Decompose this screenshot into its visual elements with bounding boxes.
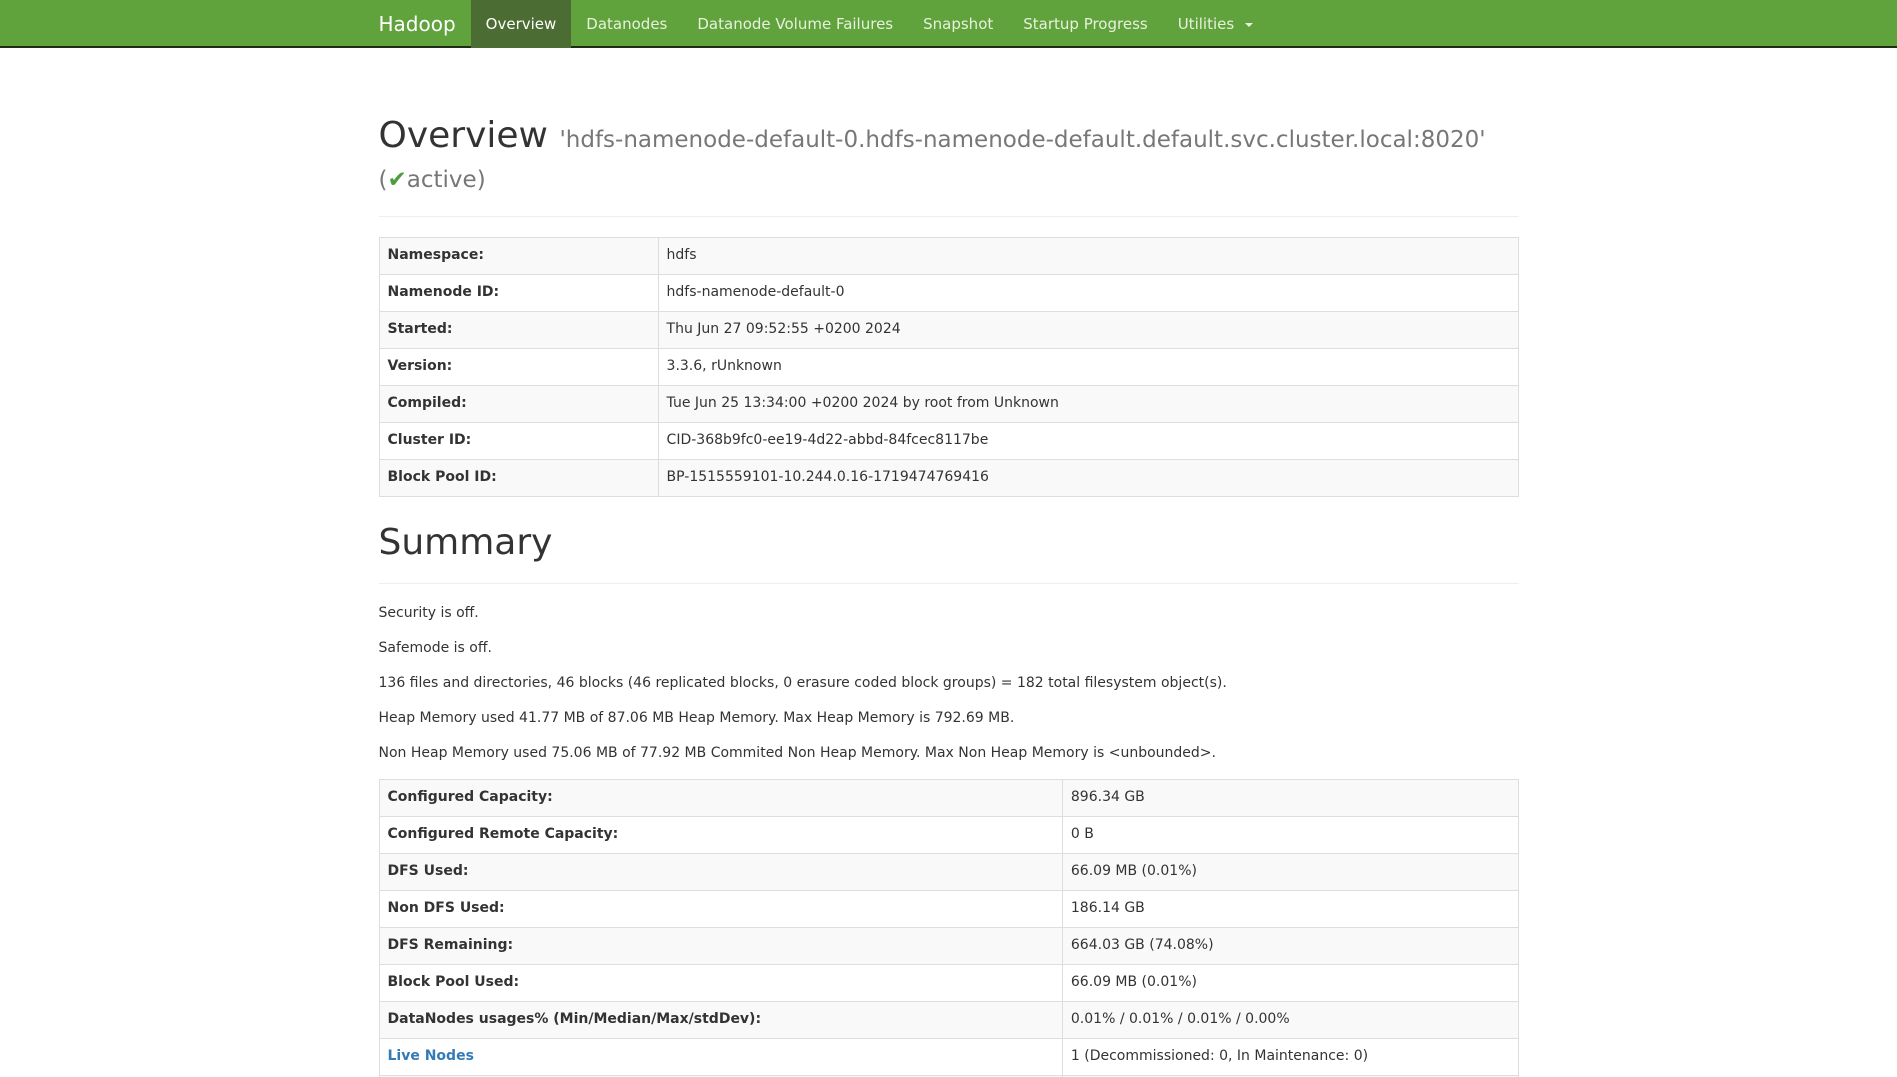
table-row: Version:3.3.6, rUnknown bbox=[379, 349, 1518, 386]
brand-hadoop[interactable]: Hadoop bbox=[364, 0, 471, 48]
nav-item-snapshot[interactable]: Snapshot bbox=[908, 0, 1008, 48]
summary-paragraph: 136 files and directories, 46 blocks (46… bbox=[379, 674, 1519, 694]
namenode-state: (✔active) bbox=[379, 167, 486, 193]
title-divider bbox=[379, 216, 1519, 217]
row-value: 896.34 GB bbox=[1062, 779, 1518, 816]
capacity-table-body: Configured Capacity:896.34 GBConfigured … bbox=[379, 779, 1518, 1077]
namenode-info-table: Namespace:hdfsNamenode ID:hdfs-namenode-… bbox=[379, 237, 1519, 497]
row-label: Non DFS Used: bbox=[379, 890, 1062, 927]
summary-heading: Summary bbox=[379, 523, 1519, 563]
table-row: Namenode ID:hdfs-namenode-default-0 bbox=[379, 275, 1518, 312]
row-value: 1 (Decommissioned: 0, In Maintenance: 0) bbox=[1062, 1038, 1518, 1075]
summary-paragraph: Non Heap Memory used 75.06 MB of 77.92 M… bbox=[379, 744, 1519, 764]
row-label: Block Pool Used: bbox=[379, 964, 1062, 1001]
row-value: hdfs-namenode-default-0 bbox=[658, 275, 1518, 312]
table-row: DFS Used:66.09 MB (0.01%) bbox=[379, 853, 1518, 890]
row-value: Thu Jun 27 09:52:55 +0200 2024 bbox=[658, 312, 1518, 349]
table-row: Compiled:Tue Jun 25 13:34:00 +0200 2024 … bbox=[379, 386, 1518, 423]
live-nodes-link[interactable]: Live Nodes bbox=[388, 1048, 474, 1064]
nav-item-datanode-volume-failures[interactable]: Datanode Volume Failures bbox=[682, 0, 908, 48]
state-label: active bbox=[407, 167, 477, 193]
nav-link-utilities[interactable]: Utilities bbox=[1163, 0, 1268, 48]
row-label: Configured Remote Capacity: bbox=[379, 816, 1062, 853]
page-title: Overview 'hdfs-namenode-default-0.hdfs-n… bbox=[379, 116, 1519, 196]
table-row: Block Pool Used:66.09 MB (0.01%) bbox=[379, 964, 1518, 1001]
page-title-text: Overview bbox=[379, 115, 549, 156]
summary-paragraph: Safemode is off. bbox=[379, 639, 1519, 659]
nav-link-datanodes[interactable]: Datanodes bbox=[571, 0, 682, 48]
row-value: hdfs bbox=[658, 238, 1518, 275]
table-row: Configured Capacity:896.34 GB bbox=[379, 779, 1518, 816]
table-row: DataNodes usages% (Min/Median/Max/stdDev… bbox=[379, 1001, 1518, 1038]
row-label: Live Nodes bbox=[379, 1038, 1062, 1075]
summary-text: Security is off. Safemode is off. 136 file… bbox=[379, 604, 1519, 764]
navbar-menu: OverviewDatanodesDatanode Volume Failure… bbox=[471, 0, 1268, 48]
nav-item-overview[interactable]: Overview bbox=[471, 0, 572, 48]
row-value: 0.01% / 0.01% / 0.01% / 0.00% bbox=[1062, 1001, 1518, 1038]
row-label: Compiled: bbox=[379, 386, 658, 423]
row-label: Started: bbox=[379, 312, 658, 349]
page-content: Overview 'hdfs-namenode-default-0.hdfs-n… bbox=[364, 116, 1534, 1077]
summary-paragraph: Heap Memory used 41.77 MB of 87.06 MB He… bbox=[379, 709, 1519, 729]
row-value: BP-1515559101-10.244.0.16-1719474769416 bbox=[658, 460, 1518, 497]
table-row: Namespace:hdfs bbox=[379, 238, 1518, 275]
row-value: 66.09 MB (0.01%) bbox=[1062, 853, 1518, 890]
nav-link-overview[interactable]: Overview bbox=[471, 0, 572, 48]
row-label: Block Pool ID: bbox=[379, 460, 658, 497]
nav-link-startup-progress[interactable]: Startup Progress bbox=[1008, 0, 1162, 48]
row-value: Tue Jun 25 13:34:00 +0200 2024 by root f… bbox=[658, 386, 1518, 423]
row-value: 186.14 GB bbox=[1062, 890, 1518, 927]
caret-down-icon bbox=[1245, 23, 1253, 27]
table-row: Block Pool ID:BP-1515559101-10.244.0.16-… bbox=[379, 460, 1518, 497]
table-row: Configured Remote Capacity:0 B bbox=[379, 816, 1518, 853]
nav-link-snapshot[interactable]: Snapshot bbox=[908, 0, 1008, 48]
table-row: Live Nodes 1 (Decommissioned: 0, In Maint… bbox=[379, 1038, 1518, 1075]
capacity-table: Configured Capacity:896.34 GBConfigured … bbox=[379, 779, 1519, 1077]
table-row: DFS Remaining:664.03 GB (74.08%) bbox=[379, 927, 1518, 964]
summary-divider bbox=[379, 583, 1519, 584]
row-label: DFS Remaining: bbox=[379, 927, 1062, 964]
row-label: Cluster ID: bbox=[379, 423, 658, 460]
row-label: DFS Used: bbox=[379, 853, 1062, 890]
nav-link-datanode-volume-failures[interactable]: Datanode Volume Failures bbox=[682, 0, 908, 48]
nav-item-datanodes[interactable]: Datanodes bbox=[571, 0, 682, 48]
row-value: CID-368b9fc0-ee19-4d22-abbd-84fcec8117be bbox=[658, 423, 1518, 460]
row-value: 664.03 GB (74.08%) bbox=[1062, 927, 1518, 964]
row-value: 66.09 MB (0.01%) bbox=[1062, 964, 1518, 1001]
table-row: Started:Thu Jun 27 09:52:55 +0200 2024 bbox=[379, 312, 1518, 349]
summary-paragraph: Security is off. bbox=[379, 604, 1519, 624]
namenode-info-table-body: Namespace:hdfsNamenode ID:hdfs-namenode-… bbox=[379, 238, 1518, 497]
row-label: Configured Capacity: bbox=[379, 779, 1062, 816]
table-row: Cluster ID:CID-368b9fc0-ee19-4d22-abbd-8… bbox=[379, 423, 1518, 460]
nav-item-utilities[interactable]: Utilities bbox=[1163, 0, 1268, 48]
table-row: Non DFS Used:186.14 GB bbox=[379, 890, 1518, 927]
row-value: 3.3.6, rUnknown bbox=[658, 349, 1518, 386]
check-icon: ✔ bbox=[387, 167, 406, 193]
row-label: Namespace: bbox=[379, 238, 658, 275]
row-label: Namenode ID: bbox=[379, 275, 658, 312]
nav-item-startup-progress[interactable]: Startup Progress bbox=[1008, 0, 1162, 48]
row-label: DataNodes usages% (Min/Median/Max/stdDev… bbox=[379, 1001, 1062, 1038]
navbar-container: Hadoop OverviewDatanodesDatanode Volume … bbox=[364, 0, 1534, 48]
row-value: 0 B bbox=[1062, 816, 1518, 853]
row-label: Version: bbox=[379, 349, 658, 386]
top-navbar: Hadoop OverviewDatanodesDatanode Volume … bbox=[0, 0, 1897, 48]
